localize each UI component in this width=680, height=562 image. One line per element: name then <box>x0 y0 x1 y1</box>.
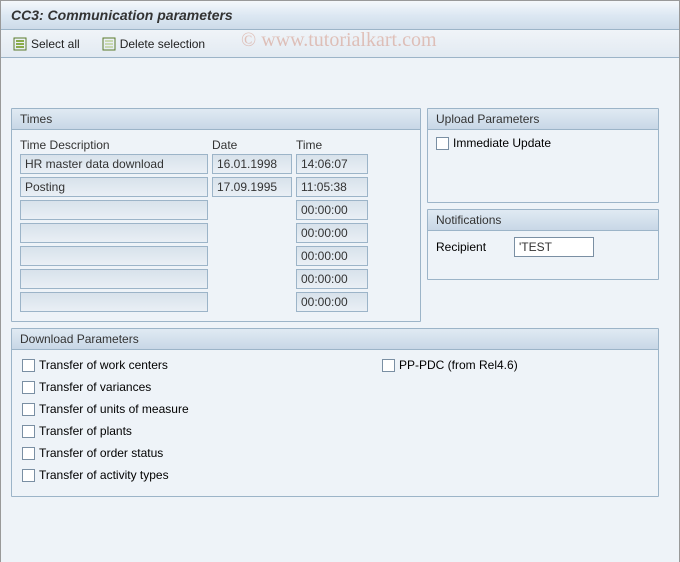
times-row: 00:00:00 <box>20 223 412 243</box>
recipient-label: Recipient <box>436 240 506 254</box>
upload-parameters-groupbox: Upload Parameters Immediate Update <box>427 108 659 203</box>
transfer-activity-types-label: Transfer of activity types <box>39 468 169 482</box>
times-row: 00:00:00 <box>20 246 412 266</box>
transfer-variances-checkbox[interactable] <box>22 381 35 394</box>
times-row: 00:00:00 <box>20 269 412 289</box>
transfer-activity-types-checkbox[interactable] <box>22 469 35 482</box>
pp-pdc-checkbox[interactable] <box>382 359 395 372</box>
time-time-field: 14:06:07 <box>296 154 368 174</box>
transfer-units-label: Transfer of units of measure <box>39 402 189 416</box>
times-header-desc: Time Description <box>20 138 208 152</box>
transfer-order-status-checkbox[interactable] <box>22 447 35 460</box>
notifications-groupbox: Notifications Recipient 'TEST <box>427 209 659 280</box>
download-title: Download Parameters <box>12 329 658 350</box>
immediate-update-checkbox[interactable] <box>436 137 449 150</box>
times-row: Posting 17.09.1995 11:05:38 <box>20 177 412 197</box>
time-desc-field <box>20 292 208 312</box>
times-header-date: Date <box>212 138 292 152</box>
immediate-update-row[interactable]: Immediate Update <box>436 136 650 150</box>
toolbar: Select all Delete selection <box>1 30 679 58</box>
transfer-work-centers-row[interactable]: Transfer of work centers <box>22 358 322 372</box>
time-desc-field: Posting <box>20 177 208 197</box>
delete-selection-label: Delete selection <box>120 37 205 51</box>
transfer-activity-types-row[interactable]: Transfer of activity types <box>22 468 322 482</box>
transfer-plants-checkbox[interactable] <box>22 425 35 438</box>
recipient-input[interactable]: 'TEST <box>514 237 594 257</box>
time-desc-field <box>20 200 208 220</box>
select-all-label: Select all <box>31 37 80 51</box>
time-time-field: 00:00:00 <box>296 200 368 220</box>
immediate-update-label: Immediate Update <box>453 136 551 150</box>
times-header-row: Time Description Date Time <box>20 136 412 154</box>
transfer-units-checkbox[interactable] <box>22 403 35 416</box>
time-desc-field <box>20 223 208 243</box>
times-row: 00:00:00 <box>20 292 412 312</box>
time-time-field: 11:05:38 <box>296 177 368 197</box>
window-title: CC3: Communication parameters <box>1 1 679 30</box>
time-time-field: 00:00:00 <box>296 246 368 266</box>
time-date-field: 17.09.1995 <box>212 177 292 197</box>
transfer-order-status-row[interactable]: Transfer of order status <box>22 446 322 460</box>
times-row: HR master data download 16.01.1998 14:06… <box>20 154 412 174</box>
delete-selection-icon <box>102 37 116 51</box>
upload-title: Upload Parameters <box>428 109 658 130</box>
time-desc-field <box>20 246 208 266</box>
times-header-time: Time <box>296 138 368 152</box>
download-parameters-groupbox: Download Parameters Transfer of work cen… <box>11 328 659 497</box>
transfer-plants-row[interactable]: Transfer of plants <box>22 424 322 438</box>
main-area: Times Time Description Date Time HR mast… <box>1 58 679 562</box>
times-groupbox: Times Time Description Date Time HR mast… <box>11 108 421 322</box>
times-title: Times <box>12 109 420 130</box>
transfer-units-row[interactable]: Transfer of units of measure <box>22 402 322 416</box>
time-time-field: 00:00:00 <box>296 223 368 243</box>
time-date-field: 16.01.1998 <box>212 154 292 174</box>
select-all-button[interactable]: Select all <box>9 35 84 53</box>
transfer-variances-row[interactable]: Transfer of variances <box>22 380 322 394</box>
time-time-field: 00:00:00 <box>296 269 368 289</box>
transfer-work-centers-checkbox[interactable] <box>22 359 35 372</box>
select-all-icon <box>13 37 27 51</box>
pp-pdc-label: PP-PDC (from Rel4.6) <box>399 358 518 372</box>
time-time-field: 00:00:00 <box>296 292 368 312</box>
transfer-plants-label: Transfer of plants <box>39 424 132 438</box>
transfer-order-status-label: Transfer of order status <box>39 446 163 460</box>
notifications-title: Notifications <box>428 210 658 231</box>
pp-pdc-row[interactable]: PP-PDC (from Rel4.6) <box>382 358 518 372</box>
time-desc-field: HR master data download <box>20 154 208 174</box>
transfer-variances-label: Transfer of variances <box>39 380 151 394</box>
delete-selection-button[interactable]: Delete selection <box>98 35 209 53</box>
time-desc-field <box>20 269 208 289</box>
times-row: 00:00:00 <box>20 200 412 220</box>
transfer-work-centers-label: Transfer of work centers <box>39 358 168 372</box>
